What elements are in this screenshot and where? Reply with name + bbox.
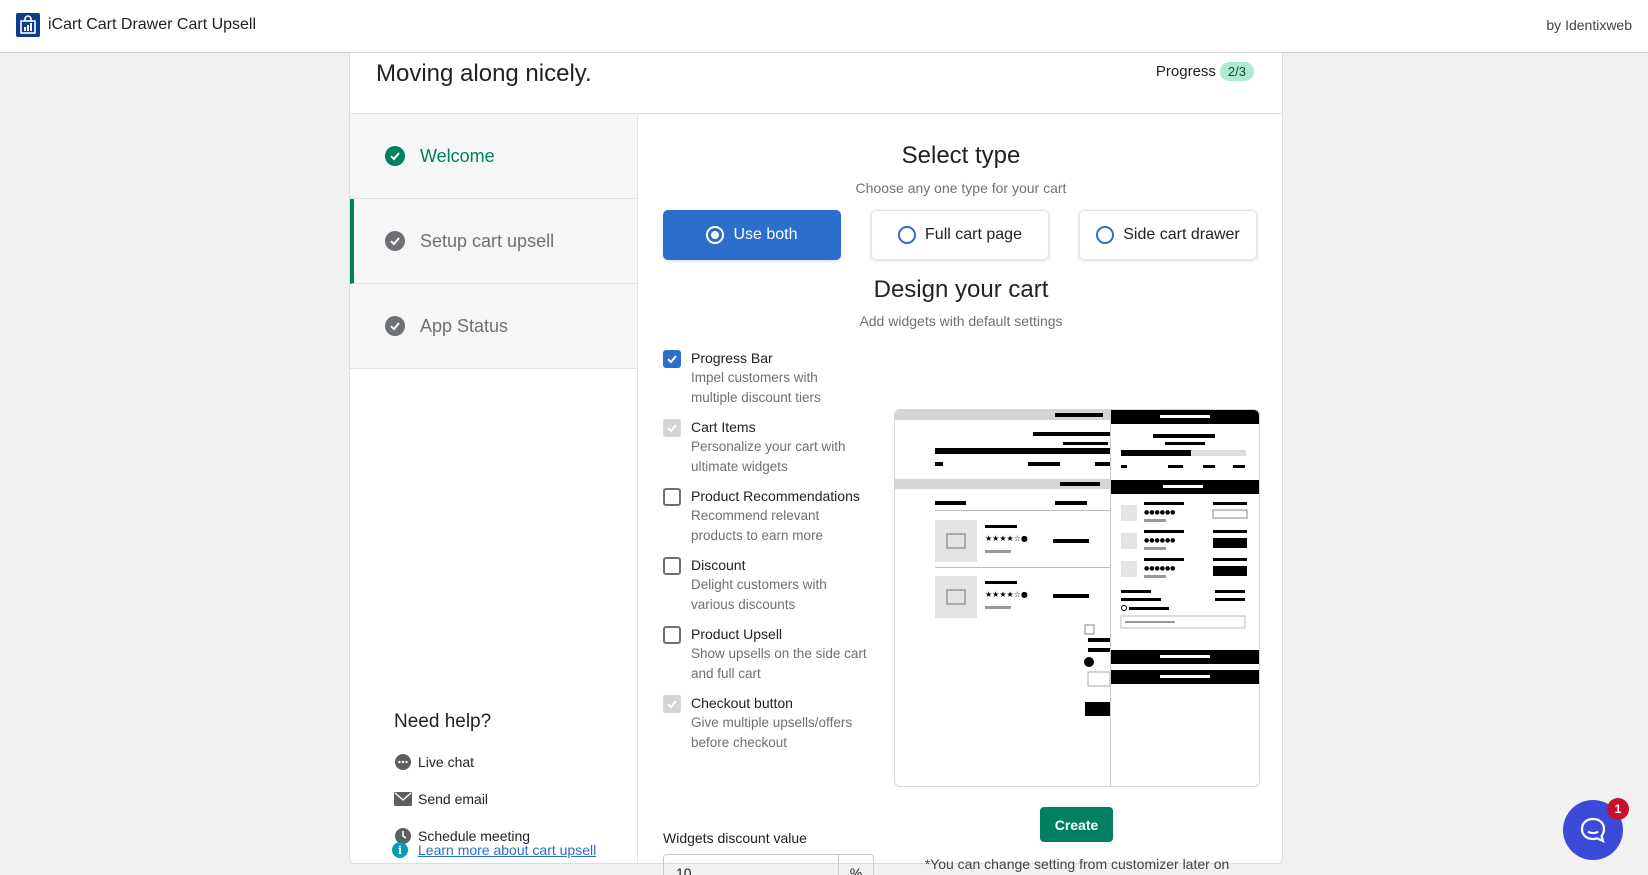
info-icon: i [392, 842, 408, 858]
widget-list: Progress Bar Impel customers with multip… [663, 348, 873, 762]
widget-desc: Personalize your cart with [691, 439, 846, 454]
chat-launcher-button[interactable]: 1 [1563, 798, 1629, 860]
widget-label: Progress Bar [691, 350, 773, 366]
learn-more-row: i Learn more about cart upsell [392, 842, 596, 858]
help-item-label: Send email [418, 790, 489, 807]
widget-checkout-button[interactable]: Checkout button Give multiple upsells/of… [663, 693, 873, 762]
create-button[interactable]: Create [1040, 807, 1113, 842]
widget-desc: Show upsells on the side cart [691, 646, 867, 661]
widget-label: Product Recommendations [691, 488, 860, 504]
help-title: Need help? [394, 711, 492, 732]
progress-badge: 2/3 [1219, 62, 1254, 81]
app-title: iCart Cart Drawer Cart Upsell [48, 16, 257, 33]
widget-desc: Recommend relevant [691, 508, 820, 523]
widget-label: Product Upsell [691, 626, 783, 642]
check-circle-icon [385, 231, 405, 251]
select-type-title: Select type [901, 142, 1021, 169]
progress-indicator: Progress 2/3 [1156, 62, 1254, 81]
type-option-side-cart-drawer[interactable]: Side cart drawer [1079, 210, 1257, 260]
svg-text:★★★★☆●: ★★★★☆● [985, 534, 1028, 543]
learn-more-link[interactable]: Learn more about cart upsell [418, 842, 596, 858]
widget-label: Checkout button [691, 695, 793, 711]
page-title: Moving along nicely. [376, 60, 592, 87]
top-bar: iCart Cart Drawer Cart Upsell by Identix… [0, 0, 1648, 53]
customizer-note: *You can change setting from customizer … [924, 856, 1230, 872]
widget-desc: various discounts [691, 597, 796, 612]
design-cart-title: Design your cart [873, 276, 1049, 303]
help-item-label: Live chat [418, 753, 475, 770]
widget-desc: Give multiple upsells/offers [691, 715, 853, 730]
widget-discount[interactable]: Discount Delight customers with various … [663, 555, 873, 624]
step-label: Welcome [420, 145, 495, 166]
widget-product-upsell[interactable]: Product Upsell Show upsells on the side … [663, 624, 873, 693]
step-app-status[interactable]: App Status [350, 284, 637, 369]
checkbox-disabled-icon [663, 695, 681, 713]
svg-text:●●●●●●: ●●●●●● [1144, 537, 1175, 544]
steps-sidebar: Welcome Setup cart upsell App Status Nee… [350, 114, 638, 864]
setup-content: Select type Choose any one type for your… [639, 114, 1283, 875]
svg-text:★★★★☆●: ★★★★☆● [985, 590, 1028, 599]
widget-desc: multiple discount tiers [691, 390, 821, 405]
radio-icon [1096, 226, 1115, 244]
widget-cart-items[interactable]: Cart Items Personalize your cart with ul… [663, 417, 873, 486]
step-setup-cart-upsell[interactable]: Setup cart upsell [350, 199, 637, 284]
step-welcome[interactable]: Welcome [350, 114, 637, 199]
checkbox-disabled-icon [663, 419, 681, 437]
checkbox-checked-icon[interactable] [663, 350, 681, 368]
widget-progress-bar[interactable]: Progress Bar Impel customers with multip… [663, 348, 873, 417]
widget-label: Cart Items [691, 419, 756, 435]
widget-desc: ultimate widgets [691, 459, 788, 474]
mail-icon [394, 790, 412, 808]
app-logo-icon [16, 13, 40, 37]
design-cart-subtitle: Add widgets with default settings [859, 313, 1063, 329]
radio-icon [706, 226, 725, 244]
type-option-use-both[interactable]: Use both [663, 210, 841, 260]
type-option-label: Use both [733, 226, 798, 243]
check-circle-icon [385, 316, 405, 336]
send-email-link[interactable]: Send email [394, 780, 530, 817]
percent-suffix: % [838, 855, 873, 875]
notification-badge: 1 [1607, 798, 1629, 820]
discount-value-field: % [663, 854, 874, 875]
widget-desc: Impel customers with [691, 370, 818, 385]
progress-label: Progress [1155, 63, 1216, 80]
vendor-label: by Identixweb [1546, 17, 1632, 33]
checkbox-icon[interactable] [663, 488, 681, 506]
live-chat-link[interactable]: Live chat [394, 743, 530, 780]
cart-preview-image: ★★★★☆● ★★★★☆● ●●●●●● ●●●●●● ●●●●●● [894, 409, 1260, 787]
select-type-subtitle: Choose any one type for your cart [855, 180, 1067, 196]
discount-value-label: Widgets discount value [663, 830, 807, 846]
checkbox-icon[interactable] [663, 626, 681, 644]
svg-text:●●●●●●: ●●●●●● [1144, 509, 1175, 516]
type-option-label: Side cart drawer [1123, 226, 1240, 243]
card-header: Moving along nicely. Progress 2/3 [350, 53, 1282, 114]
step-label: App Status [420, 315, 509, 336]
widget-desc: and full cart [691, 666, 761, 681]
type-option-full-cart-page[interactable]: Full cart page [871, 210, 1049, 260]
svg-text:●●●●●●: ●●●●●● [1144, 565, 1175, 572]
chat-icon [394, 753, 412, 771]
radio-icon [898, 226, 917, 244]
discount-value-input[interactable] [664, 855, 838, 875]
check-circle-icon [385, 146, 405, 166]
help-section: Need help? Live chat Send email Schedule… [394, 711, 530, 854]
step-label: Setup cart upsell [420, 230, 555, 251]
widget-label: Discount [691, 557, 746, 573]
widget-product-recommendations[interactable]: Product Recommendations Recommend releva… [663, 486, 873, 555]
widget-desc: products to earn more [691, 528, 824, 543]
onboarding-card: Moving along nicely. Progress 2/3 Welcom… [349, 53, 1283, 875]
chat-bubble-icon [1580, 817, 1606, 843]
checkbox-icon[interactable] [663, 557, 681, 575]
widget-desc: Delight customers with [691, 577, 827, 592]
widget-desc: before checkout [691, 735, 788, 750]
type-option-label: Full cart page [925, 226, 1022, 243]
